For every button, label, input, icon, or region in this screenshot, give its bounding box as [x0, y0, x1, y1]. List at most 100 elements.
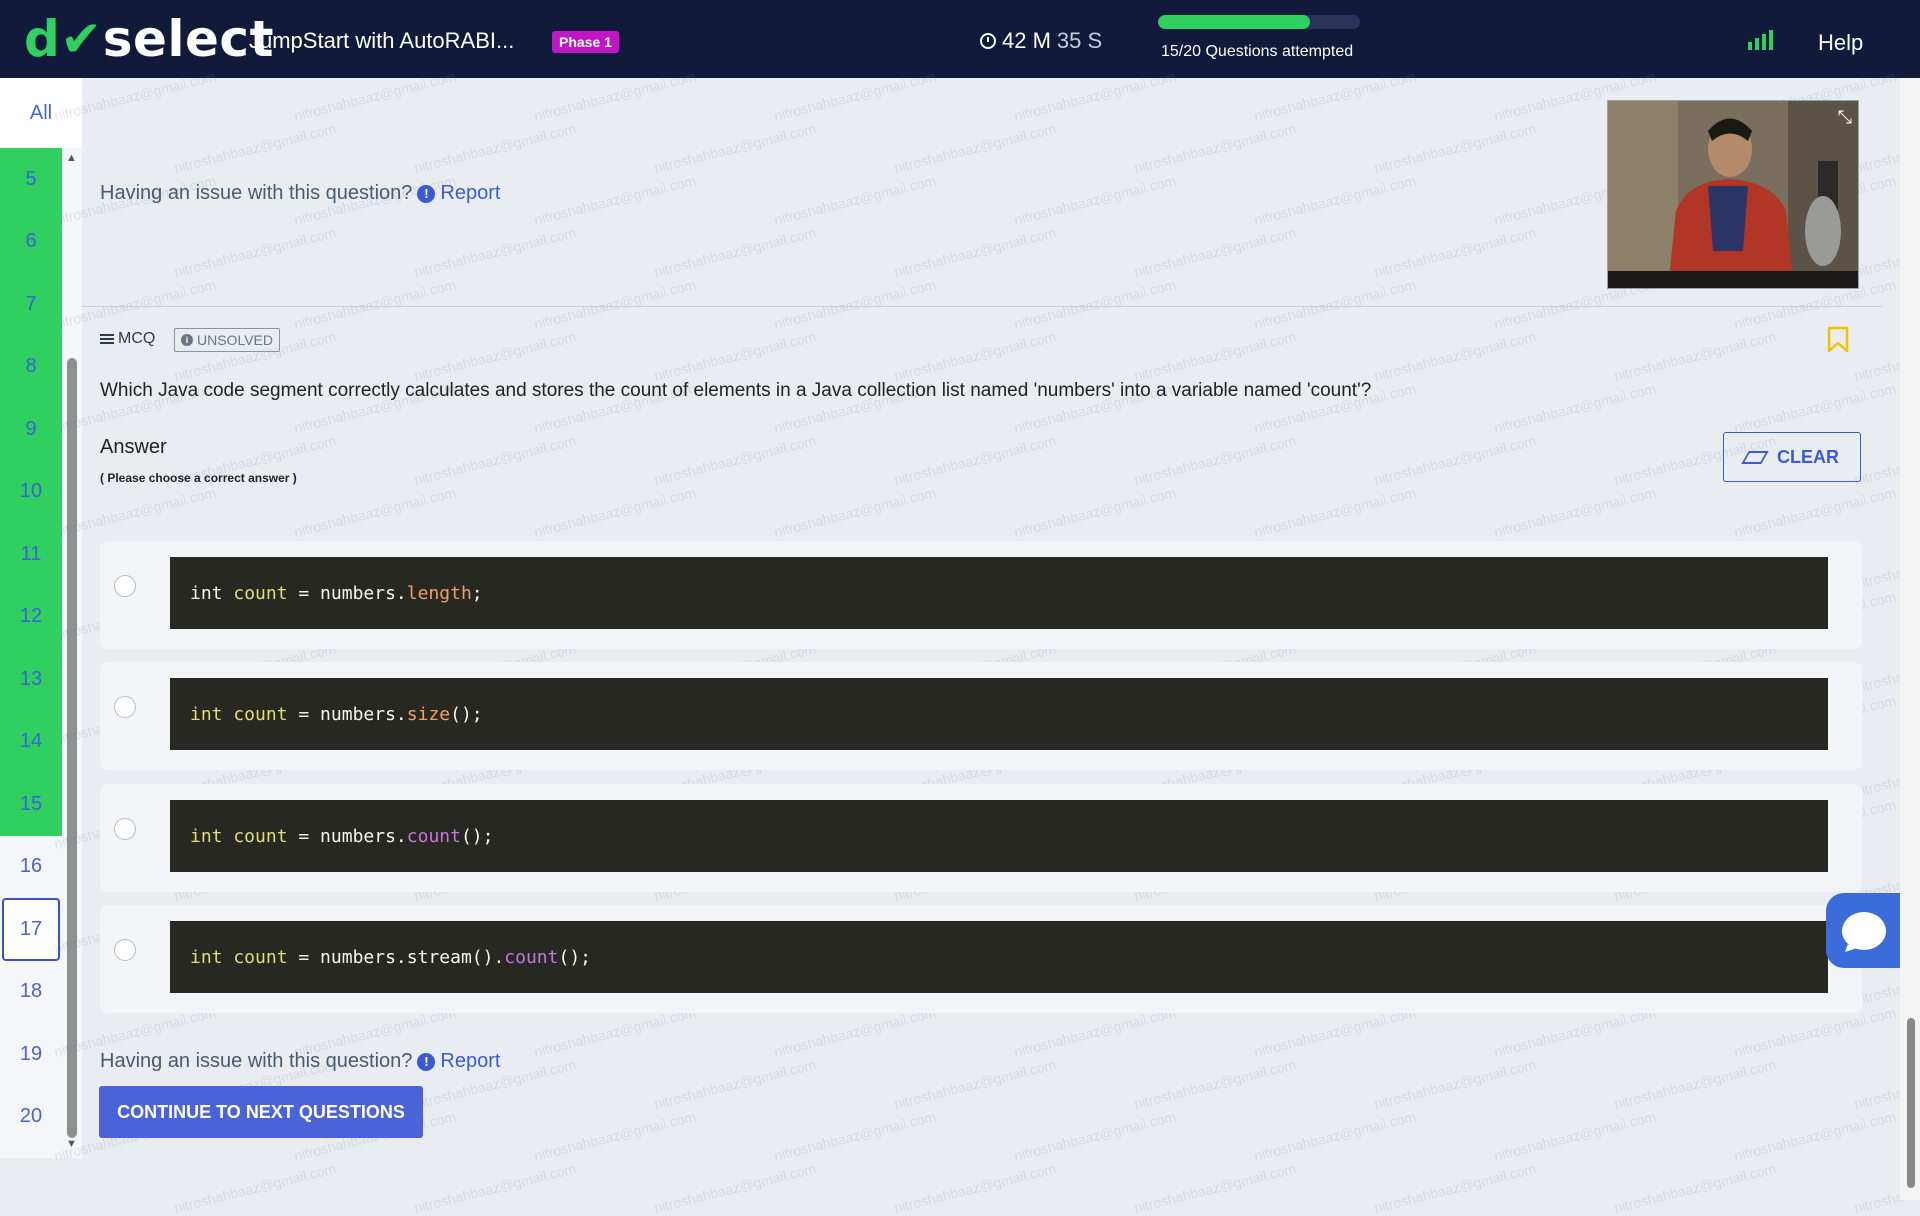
page-scroll-thumb[interactable]: [1907, 1018, 1915, 1188]
page-scrollbar[interactable]: [1900, 78, 1920, 1200]
scroll-down-icon[interactable]: ▼: [66, 1138, 77, 1150]
option-code: int count = numbers.stream(). count ();: [170, 921, 1828, 993]
watermark-text: nitroshahbaaz@gmail.com: [1132, 1056, 1298, 1112]
report-link[interactable]: Report: [440, 1050, 500, 1073]
nav-question-item[interactable]: 14: [0, 710, 62, 773]
nav-question-item[interactable]: 18: [0, 961, 62, 1024]
watermark-text: nitroshahbaaz@gmail.com: [1252, 484, 1418, 540]
nav-question-item[interactable]: 10: [0, 460, 62, 523]
option-radio[interactable]: [114, 575, 136, 597]
watermark-text: nitroshahbaaz@gmail.com: [1372, 120, 1538, 176]
phase-badge: Phase 1: [552, 31, 619, 53]
watermark-text: nitroshahbaaz@gmail.com: [652, 432, 818, 488]
nav-question-item[interactable]: 19: [0, 1023, 62, 1086]
bookmark-icon[interactable]: [1827, 326, 1849, 354]
question-text: Which Java code segment correctly calcul…: [100, 380, 1372, 401]
watermark-text: nitroshahbaaz@gmail.com: [652, 1160, 818, 1216]
option-card-c[interactable]: int count = numbers. count ();: [100, 784, 1862, 892]
watermark-text: nitroshahbaaz@gmail.com: [892, 224, 1058, 280]
option-radio[interactable]: [114, 696, 136, 718]
watermark-text: nitroshahbaaz@gmail.com: [772, 1108, 938, 1164]
watermark-text: nitroshahbaaz@gmail.com: [1372, 432, 1538, 488]
watermark-text: nitroshahbaaz@gmail.com: [532, 1108, 698, 1164]
clock-icon: [980, 33, 996, 49]
watermark-text: nitroshahbaaz@gmail.com: [172, 224, 338, 280]
nav-question-item[interactable]: 15: [0, 773, 62, 836]
navigator-scrollbar[interactable]: ▲ ▼: [66, 78, 78, 1158]
section-divider: [82, 306, 1882, 307]
nav-question-item[interactable]: 20: [0, 1086, 62, 1149]
nav-question-item[interactable]: 6: [0, 210, 62, 273]
progress-fill: [1158, 15, 1310, 29]
nav-question-item[interactable]: 16: [0, 836, 62, 899]
answer-hint: ( Please choose a correct answer ): [100, 471, 297, 485]
nav-question-item[interactable]: 7: [0, 273, 62, 336]
nav-question-item[interactable]: 11: [0, 523, 62, 586]
watermark-text: nitroshahbaaz@gmail.com: [1012, 276, 1178, 332]
watermark-text: nitroshahbaaz@gmail.com: [1132, 432, 1298, 488]
watermark-text: nitroshahbaaz@gmail.com: [1372, 224, 1538, 280]
nav-question-item[interactable]: 8: [0, 335, 62, 398]
watermark-text: nitroshahbaaz@gmail.com: [532, 172, 698, 228]
watermark-text: nitroshahbaaz@gmail.com: [892, 432, 1058, 488]
timer: 42 M 35 S: [980, 28, 1102, 54]
watermark-text: nitroshahbaaz@gmail.com: [1252, 172, 1418, 228]
watermark-text: nitroshahbaaz@gmail.com: [412, 224, 578, 280]
watermark-text: nitroshahbaaz@gmail.com: [412, 432, 578, 488]
nav-question-item[interactable]: 17: [2, 898, 60, 961]
option-radio[interactable]: [114, 939, 136, 961]
nav-question-item[interactable]: 9: [0, 398, 62, 461]
scroll-thumb[interactable]: [67, 358, 77, 1138]
scroll-up-icon[interactable]: ▲: [66, 152, 77, 164]
watermark-text: nitroshahbaaz@gmail.com: [412, 328, 578, 384]
network-signal-icon: [1748, 28, 1773, 50]
nav-question-item[interactable]: 13: [0, 648, 62, 711]
timer-minutes: 42 M: [1002, 28, 1051, 53]
watermark-text: nitroshahbaaz@gmail.com: [1252, 276, 1418, 332]
watermark-text: nitroshahbaaz@gmail.com: [1612, 1056, 1778, 1112]
watermark-text: nitroshahbaaz@gmail.com: [1012, 484, 1178, 540]
watermark-text: nitroshahbaaz@gmail.com: [1012, 172, 1178, 228]
clear-button-label: CLEAR: [1777, 446, 1839, 467]
report-link[interactable]: Report: [440, 182, 500, 205]
status-badge: i UNSOLVED: [174, 328, 280, 352]
watermark-text: nitroshahbaaz@gmail.com: [1492, 484, 1658, 540]
answer-label: Answer: [100, 436, 167, 458]
watermark-text: nitroshahbaaz@gmail.com: [1492, 380, 1658, 436]
list-icon: [100, 334, 114, 344]
report-issue-text: Having an issue with this question?: [100, 182, 413, 204]
alert-icon: !: [417, 1052, 436, 1071]
watermark-text: nitroshahbaaz@gmail.com: [892, 328, 1058, 384]
watermark-text: nitroshahbaaz@gmail.com: [1612, 328, 1778, 384]
chat-bubble-icon: [1842, 911, 1886, 950]
option-code: int count = numbers. count ();: [170, 800, 1828, 872]
option-card-b[interactable]: int count = numbers. size ();: [100, 662, 1862, 770]
watermark-text: nitroshahbaaz@gmail.com: [1252, 1108, 1418, 1164]
watermark-text: nitroshahbaaz@gmail.com: [1132, 224, 1298, 280]
nav-question-item[interactable]: 5: [0, 148, 62, 211]
watermark-text: nitroshahbaaz@gmail.com: [772, 172, 938, 228]
option-card-d[interactable]: int count = numbers.stream(). count ();: [100, 905, 1862, 1013]
watermark-text: nitroshahbaaz@gmail.com: [412, 120, 578, 176]
option-code: int count = numbers. size ();: [170, 678, 1828, 750]
clear-button[interactable]: CLEAR: [1723, 432, 1861, 482]
option-card-a[interactable]: int count = numbers. length;: [100, 541, 1862, 649]
watermark-text: nitroshahbaaz@gmail.com: [1132, 120, 1298, 176]
watermark-text: nitroshahbaaz@gmail.com: [1132, 1160, 1298, 1216]
watermark-text: nitroshahbaaz@gmail.com: [652, 224, 818, 280]
watermark-text: nitroshahbaaz@gmail.com: [532, 276, 698, 332]
webcam-image: [1608, 101, 1858, 288]
report-issue-row-top: Having an issue with this question? ! Re…: [100, 182, 500, 205]
watermark-text: nitroshahbaaz@gmail.com: [172, 120, 338, 176]
watermark-text: nitroshahbaaz@gmail.com: [652, 1056, 818, 1112]
option-radio[interactable]: [114, 818, 136, 840]
chat-widget[interactable]: [1826, 893, 1902, 968]
minimize-icon[interactable]: ⤡: [1838, 107, 1852, 128]
watermark-text: nitroshahbaaz@gmail.com: [652, 120, 818, 176]
continue-button[interactable]: CONTINUE TO NEXT QUESTIONS: [99, 1086, 423, 1138]
nav-question-item[interactable]: 12: [0, 585, 62, 648]
watermark-text: nitroshahbaaz@gmail.com: [772, 484, 938, 540]
watermark-text: nitroshahbaaz@gmail.com: [1732, 1108, 1898, 1164]
progress-bar: [1158, 15, 1360, 29]
help-link[interactable]: Help: [1818, 30, 1863, 56]
